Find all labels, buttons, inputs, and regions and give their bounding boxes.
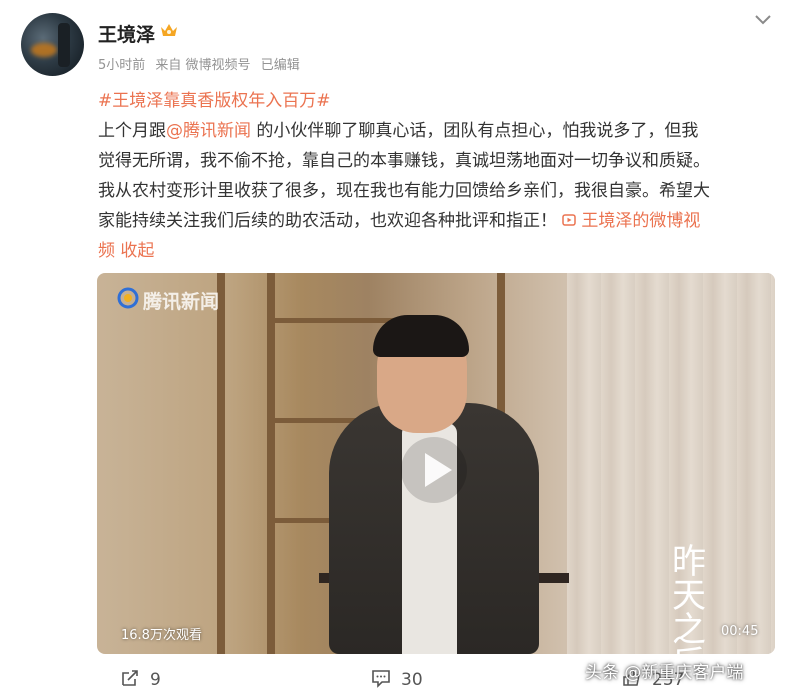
shelf-post: [267, 273, 275, 654]
avatar-figure: [58, 23, 70, 67]
crown-icon: [161, 24, 177, 36]
video-duration: 00:45: [721, 624, 759, 639]
hashtag-link[interactable]: #王境泽靠真香版权年入百万#: [98, 91, 331, 111]
text-l1a: 上个月跟: [98, 121, 166, 141]
share-icon: [122, 670, 138, 686]
toutiao-watermark: 头条 @新重庆客户端: [585, 663, 744, 683]
avatar-glow: [31, 43, 57, 57]
text-line-3: 我从农村变形计里收获了很多，现在我也有能力回馈给乡亲们，我很自豪。希望大: [98, 181, 710, 201]
share-button[interactable]: 9: [120, 668, 161, 690]
post-meta: 5小时前 来自 微博视频号 已编辑: [98, 54, 306, 73]
video-person-hair: [373, 315, 469, 357]
comment-icon: [372, 670, 390, 688]
video-curtain: [567, 273, 775, 654]
video-player[interactable]: 腾讯新闻 昨天之后 16.8万次观看 00:45: [97, 273, 775, 654]
post-time[interactable]: 5小时前: [98, 58, 145, 73]
post-body: #王境泽靠真香版权年入百万# 上个月跟@腾讯新闻 的小伙伴聊了聊真心话，团队有点…: [98, 86, 770, 266]
mention-link[interactable]: @腾讯新闻: [166, 121, 251, 141]
avatar[interactable]: [21, 13, 84, 76]
text-l4a: 家能持续关注我们后续的助农活动，也欢迎各种批评和指正！: [98, 211, 563, 231]
post-source: 来自 微博视频号: [155, 58, 251, 73]
comment-count: 30: [401, 670, 423, 690]
collapse-link[interactable]: 收起: [120, 241, 154, 261]
text-l1b: 的小伙伴聊了聊真心话，团队有点担心，怕我说多了，但我: [251, 121, 699, 141]
video-link-icon: [562, 214, 577, 226]
text-line-5: 频 收起: [98, 236, 770, 266]
chevron-down-icon[interactable]: [754, 13, 772, 27]
video-link[interactable]: 王境泽的微博视: [581, 211, 700, 231]
text-line-1: 上个月跟@腾讯新闻 的小伙伴聊了聊真心话，团队有点担心，怕我说多了，但我: [98, 116, 770, 146]
view-count: 16.8万次观看: [121, 628, 202, 643]
text-line-2: 觉得无所谓，我不偷不抢，靠自己的本事赚钱，真诚坦荡地面对一切争议和质疑。: [98, 151, 710, 171]
share-count: 9: [150, 670, 161, 690]
tencent-news-logo-icon: [117, 287, 139, 309]
play-icon[interactable]: [399, 435, 469, 505]
edited-label[interactable]: 已编辑: [261, 58, 300, 73]
hashtag-line: #王境泽靠真香版权年入百万#: [98, 86, 770, 116]
video-logo-text: 腾讯新闻: [143, 291, 220, 313]
text-line-4: 家能持续关注我们后续的助农活动，也欢迎各种批评和指正！ 王境泽的微博视: [98, 206, 770, 236]
comment-button[interactable]: 30: [371, 668, 423, 690]
shelf-post: [217, 273, 225, 654]
video-link-cont[interactable]: 频: [98, 241, 115, 261]
author-name[interactable]: 王境泽: [98, 20, 155, 47]
